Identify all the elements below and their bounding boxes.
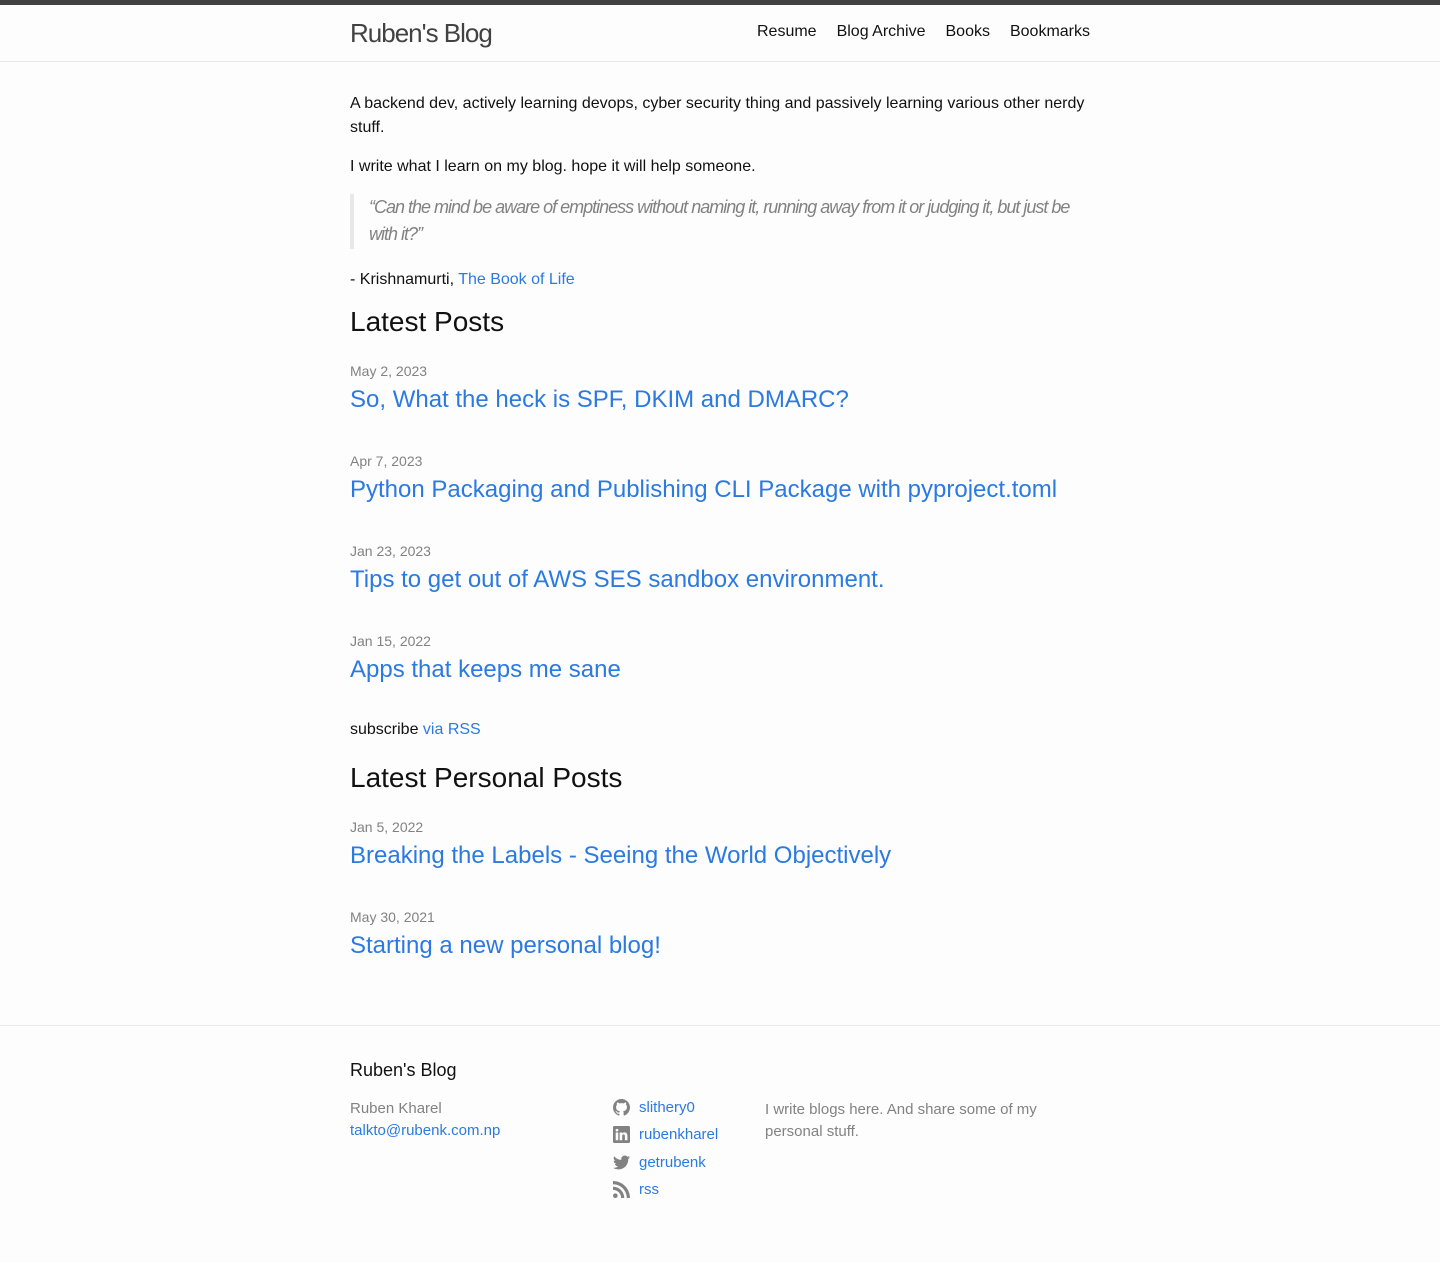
site-header: Ruben's Blog Resume Blog Archive Books B… [0, 5, 1440, 62]
post-link[interactable]: Apps that keeps me sane [350, 656, 621, 684]
nav-blog-archive[interactable]: Blog Archive [837, 23, 926, 41]
social-twitter[interactable]: getrubenk [613, 1154, 706, 1171]
social-rss[interactable]: rss [613, 1181, 659, 1198]
linkedin-link[interactable]: rubenkharel [639, 1126, 718, 1143]
intro-section: A backend dev, actively learning devops,… [350, 92, 1090, 292]
post-link[interactable]: Python Packaging and Publishing CLI Pack… [350, 476, 1057, 504]
footer-author-name: Ruben Kharel [350, 1100, 442, 1117]
nav-books[interactable]: Books [946, 23, 990, 41]
subscribe-line: subscribe via RSS [350, 721, 481, 739]
latest-posts-heading: Latest Posts [350, 306, 505, 337]
rss-link[interactable]: rss [639, 1181, 659, 1198]
footer-description: I write blogs here. And share some of my… [765, 1101, 1037, 1140]
post-link[interactable]: So, What the heck is SPF, DKIM and DMARC… [350, 386, 849, 414]
subscribe-text: subscribe [350, 721, 423, 738]
site-footer: Ruben's Blog Ruben Kharel talkto@rubenk.… [0, 1025, 1440, 1263]
book-of-life-link[interactable]: The Book of Life [458, 271, 575, 288]
intro-paragraph: A backend dev, actively learning devops,… [350, 95, 1085, 136]
post-date: May 2, 2023 [350, 363, 428, 379]
rss-subscribe-link[interactable]: via RSS [423, 721, 481, 738]
main-nav: Resume Blog Archive Books Bookmarks [757, 23, 1090, 41]
intro-paragraph-2: I write what I learn on my blog. hope it… [350, 158, 756, 175]
quote-block: “Can the mind be aware of emptiness with… [350, 194, 1090, 249]
linkedin-icon [613, 1126, 630, 1143]
twitter-link[interactable]: getrubenk [639, 1154, 706, 1171]
post-link[interactable]: Tips to get out of AWS SES sandbox envir… [350, 566, 885, 594]
footer-title: Ruben's Blog [350, 1060, 457, 1080]
post-date: Jan 23, 2023 [350, 543, 431, 559]
social-github[interactable]: slithery0 [613, 1099, 695, 1116]
social-linkedin[interactable]: rubenkharel [613, 1126, 718, 1143]
post-link[interactable]: Breaking the Labels - Seeing the World O… [350, 842, 891, 870]
nav-resume[interactable]: Resume [757, 23, 817, 41]
personal-posts-heading: Latest Personal Posts [350, 762, 623, 793]
footer-email-link[interactable]: talkto@rubenk.com.np [350, 1122, 500, 1139]
post-date: Apr 7, 2023 [350, 453, 423, 469]
twitter-icon [613, 1154, 630, 1171]
site-title-link[interactable]: Ruben's Blog [350, 18, 493, 49]
github-icon [613, 1099, 630, 1116]
nav-bookmarks[interactable]: Bookmarks [1010, 23, 1090, 41]
quote-attribution: - Krishnamurti, The Book of Life [350, 268, 1090, 292]
post-date: May 30, 2021 [350, 909, 435, 925]
rss-icon [613, 1181, 630, 1198]
post-date: Jan 5, 2022 [350, 819, 424, 835]
attribution-author: - Krishnamurti, [350, 271, 459, 288]
post-date: Jan 15, 2022 [350, 633, 431, 649]
github-link[interactable]: slithery0 [639, 1099, 695, 1116]
post-link[interactable]: Starting a new personal blog! [350, 932, 661, 960]
